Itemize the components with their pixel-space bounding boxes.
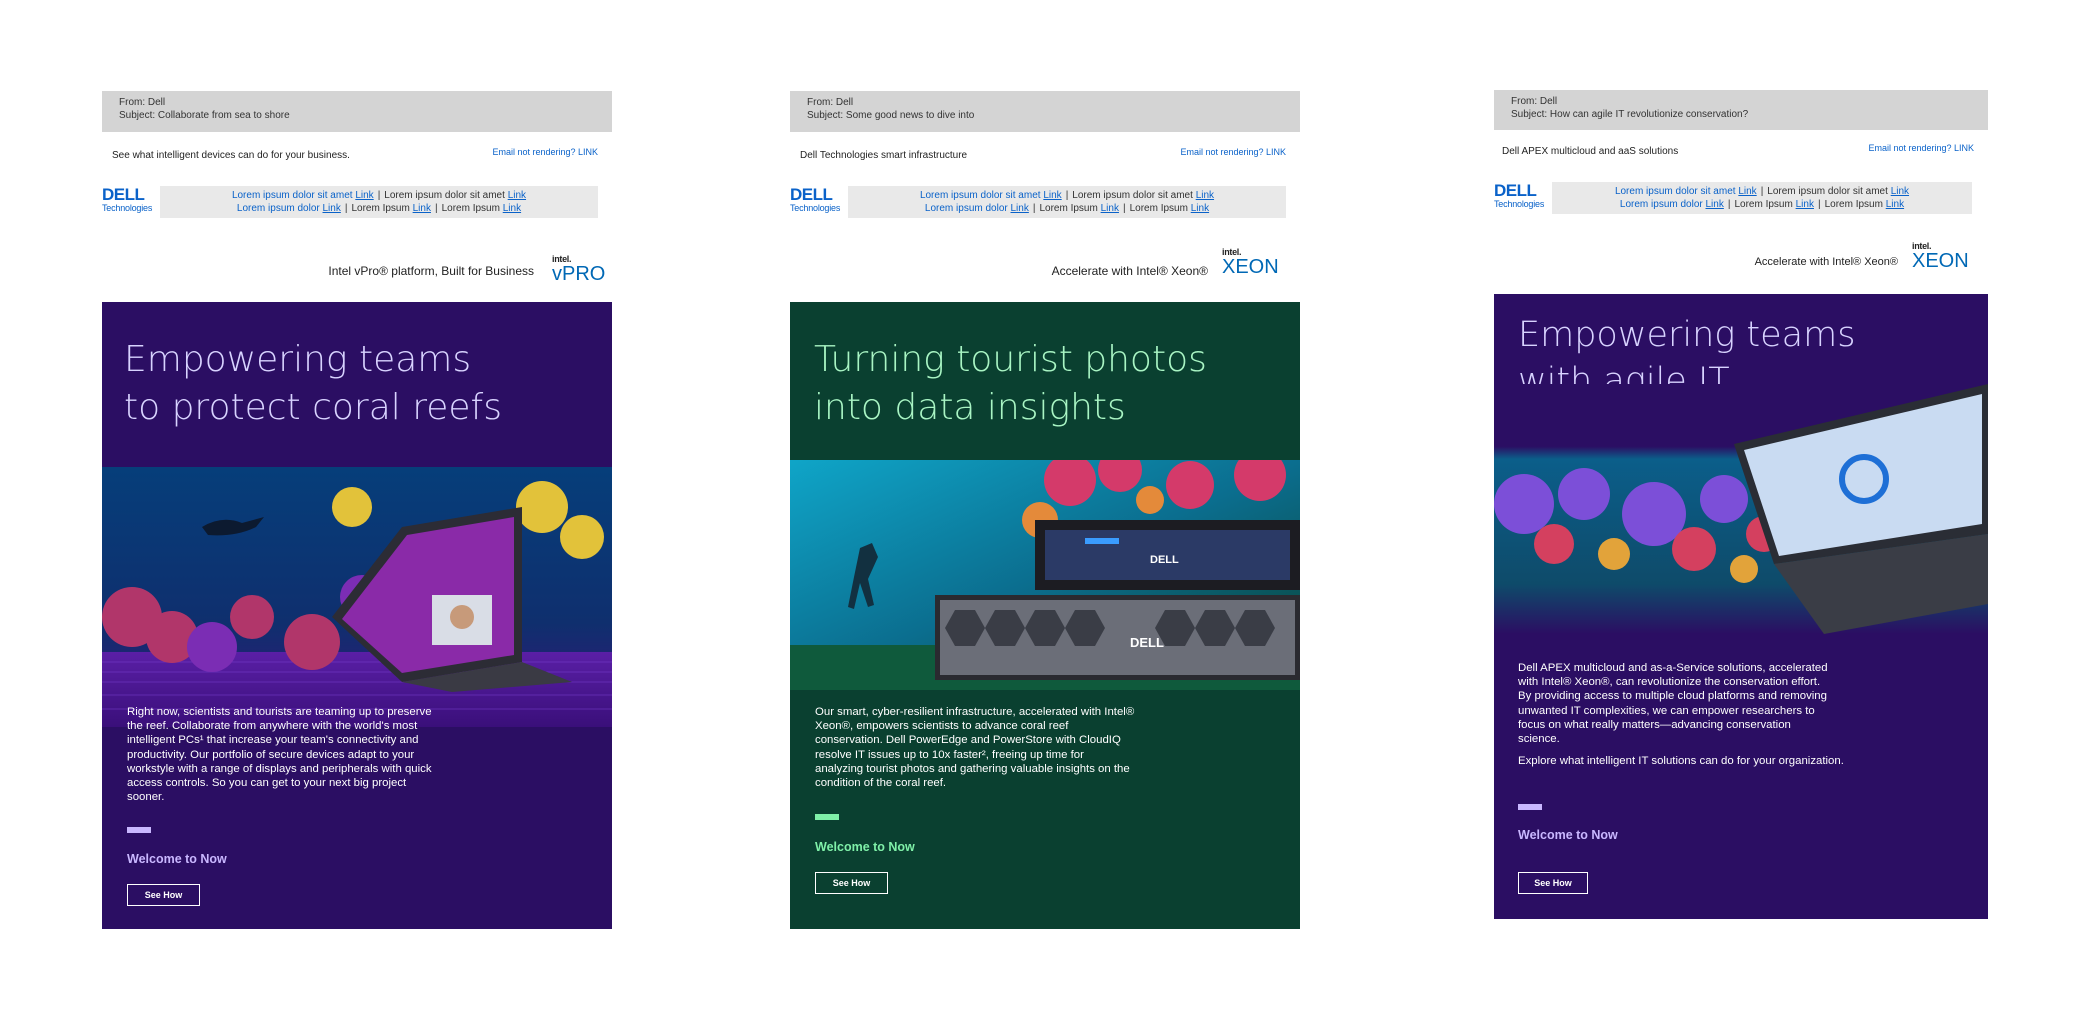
nav-link[interactable]: Link	[1196, 190, 1214, 201]
nav-links: Lorem ipsum dolor sit amet Link | Lorem ip…	[160, 186, 598, 218]
coral-reef-laptop-image	[102, 467, 612, 727]
intel-xeon-logo: intel. XEON	[1222, 247, 1279, 278]
from-line: From: Dell	[807, 97, 854, 108]
nav-link[interactable]: Link	[508, 190, 526, 201]
nav-link[interactable]: Link	[355, 190, 373, 201]
email-header: From: Dell Subject: How can agile IT rev…	[1494, 90, 1988, 130]
email-header: From: Dell Subject: Some good news to di…	[790, 91, 1300, 132]
coral-reef-laptop-image	[1494, 384, 1988, 634]
hero-section: Turning tourist photos into data insight…	[790, 302, 1300, 929]
preheader-text: Dell APEX multicloud and aaS solutions	[1502, 146, 1679, 157]
subject-line: Subject: Collaborate from sea to shore	[119, 110, 290, 121]
nav-link[interactable]: Link	[1706, 199, 1724, 210]
headline: Turning tourist photos into data insight…	[814, 339, 1207, 428]
accent-bar	[127, 827, 151, 833]
dell-logo: DELL Technologies	[102, 185, 153, 213]
headline: Empowering teams to protect coral reefs	[124, 339, 502, 428]
nav-link[interactable]: Link	[1886, 199, 1904, 210]
email-not-rendering-link[interactable]: Email not rendering? LINK	[492, 147, 598, 157]
body-copy: Right now, scientists and tourists are t…	[127, 706, 432, 804]
from-line: From: Dell	[119, 97, 166, 108]
see-how-button[interactable]: See How	[815, 872, 888, 894]
nav-link[interactable]: Link	[1796, 199, 1814, 210]
subject-line: Subject: Some good news to dive into	[807, 110, 975, 121]
nav-link[interactable]: Link	[503, 203, 521, 214]
nav-link[interactable]: Link	[1738, 186, 1756, 197]
preheader-text: See what intelligent devices can do for …	[112, 150, 350, 161]
welcome-text: Welcome to Now	[1518, 828, 1618, 842]
accent-bar	[1518, 804, 1542, 810]
nav-link[interactable]: Link	[1191, 203, 1209, 214]
email-not-rendering-link[interactable]: Email not rendering? LINK	[1868, 143, 1974, 153]
nav-row: DELL Technologies Lorem ipsum dolor sit …	[102, 186, 612, 218]
nav-links: Lorem ipsum dolor sit amet Link | Lorem ip…	[848, 186, 1286, 218]
server-label-bottom: DELL	[1130, 635, 1164, 650]
from-line: From: Dell	[1511, 96, 1558, 107]
server-label-top: DELL	[1150, 554, 1179, 566]
nav-link[interactable]: Link	[323, 203, 341, 214]
intel-vpro-logo: intel. vPRO	[552, 254, 606, 285]
accent-bar	[815, 814, 839, 820]
partner-tagline: Accelerate with Intel® Xeon®	[1051, 264, 1208, 278]
welcome-text: Welcome to Now	[127, 852, 227, 866]
body-copy-secondary: Explore what intelligent IT solutions ca…	[1518, 755, 1844, 767]
nav-link[interactable]: Link	[1101, 203, 1119, 214]
partner-tagline: Intel vPro® platform, Built for Business	[328, 264, 534, 278]
preheader-text: Dell Technologies smart infrastructure	[800, 150, 968, 161]
hero-section: Empowering teams with agile IT Dell APEX…	[1494, 294, 1988, 919]
nav-links: Lorem ipsum dolor sit amet Link | Lorem ip…	[1552, 182, 1972, 214]
nav-link[interactable]: Link	[1011, 203, 1029, 214]
nav-link[interactable]: Link	[413, 203, 431, 214]
body-copy: Our smart, cyber-resilient infrastructur…	[815, 706, 1135, 790]
see-how-button[interactable]: See How	[1518, 872, 1588, 894]
welcome-text: Welcome to Now	[815, 840, 915, 854]
email-not-rendering-link[interactable]: Email not rendering? LINK	[1180, 147, 1286, 157]
email-header: From: Dell Subject: Collaborate from sea…	[102, 91, 612, 132]
nav-row: DELL Technologies Lorem ipsum dolor sit …	[790, 186, 1300, 218]
subject-line: Subject: How can agile IT revolutionize …	[1511, 109, 1749, 120]
body-copy: Dell APEX multicloud and as-a-Service so…	[1518, 662, 1828, 746]
nav-link[interactable]: Link	[1891, 186, 1909, 197]
nav-link[interactable]: Link	[1043, 190, 1061, 201]
intel-xeon-logo: intel. XEON	[1912, 241, 1969, 272]
coral-reef-server-image: DELL DELL	[790, 460, 1300, 690]
dell-logo: DELL Technologies	[1494, 181, 1545, 209]
see-how-button[interactable]: See How	[127, 884, 200, 906]
nav-row: DELL Technologies Lorem ipsum dolor sit …	[1494, 182, 1988, 214]
dell-logo: DELL Technologies	[790, 185, 841, 213]
hero-section: Empowering teams to protect coral reefs	[102, 302, 612, 929]
partner-tagline: Accelerate with Intel® Xeon®	[1754, 256, 1898, 268]
